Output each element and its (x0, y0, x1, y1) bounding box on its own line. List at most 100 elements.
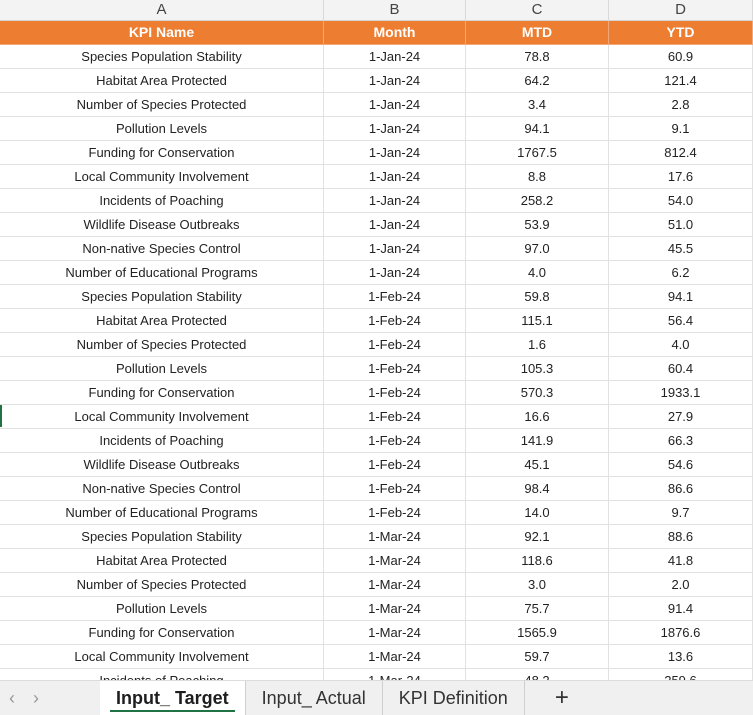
mtd-cell[interactable]: 8.8 (466, 165, 609, 189)
ytd-cell[interactable]: 88.6 (609, 525, 753, 549)
mtd-cell[interactable]: 258.2 (466, 189, 609, 213)
month-cell[interactable]: 1-Feb-24 (324, 381, 466, 405)
ytd-cell[interactable]: 51.0 (609, 213, 753, 237)
mtd-cell[interactable]: 115.1 (466, 309, 609, 333)
month-cell[interactable]: 1-Mar-24 (324, 597, 466, 621)
ytd-cell[interactable]: 45.5 (609, 237, 753, 261)
month-cell[interactable]: 1-Mar-24 (324, 669, 466, 680)
month-cell[interactable]: 1-Feb-24 (324, 285, 466, 309)
mtd-cell[interactable]: 4.0 (466, 261, 609, 285)
month-cell[interactable]: 1-Mar-24 (324, 525, 466, 549)
mtd-cell[interactable]: 48.2 (466, 669, 609, 680)
ytd-cell[interactable]: 2.8 (609, 93, 753, 117)
ytd-cell[interactable]: 4.0 (609, 333, 753, 357)
month-cell[interactable]: 1-Jan-24 (324, 69, 466, 93)
month-cell[interactable]: 1-Jan-24 (324, 45, 466, 69)
kpi-name-cell[interactable]: Number of Educational Programs (0, 261, 324, 285)
column-header-a[interactable]: A (0, 0, 324, 20)
mtd-cell[interactable]: 1565.9 (466, 621, 609, 645)
kpi-name-cell[interactable]: Pollution Levels (0, 597, 324, 621)
mtd-cell[interactable]: 118.6 (466, 549, 609, 573)
kpi-name-cell[interactable]: Number of Species Protected (0, 93, 324, 117)
ytd-cell[interactable]: 56.4 (609, 309, 753, 333)
mtd-cell[interactable]: 14.0 (466, 501, 609, 525)
ytd-cell[interactable]: 60.9 (609, 45, 753, 69)
mtd-cell[interactable]: 98.4 (466, 477, 609, 501)
kpi-name-cell[interactable]: Non-native Species Control (0, 477, 324, 501)
ytd-cell[interactable]: 94.1 (609, 285, 753, 309)
ytd-cell[interactable]: 6.2 (609, 261, 753, 285)
kpi-name-cell[interactable]: Species Population Stability (0, 45, 324, 69)
mtd-cell[interactable]: 1767.5 (466, 141, 609, 165)
kpi-name-cell[interactable]: Number of Species Protected (0, 333, 324, 357)
month-cell[interactable]: 1-Mar-24 (324, 549, 466, 573)
add-sheet-button[interactable]: + (555, 684, 569, 712)
kpi-name-cell[interactable]: Local Community Involvement (0, 165, 324, 189)
kpi-name-cell[interactable]: Pollution Levels (0, 117, 324, 141)
kpi-name-cell[interactable]: Local Community Involvement (0, 405, 324, 429)
kpi-name-cell[interactable]: Species Population Stability (0, 525, 324, 549)
mtd-cell[interactable]: 141.9 (466, 429, 609, 453)
month-cell[interactable]: 1-Jan-24 (324, 117, 466, 141)
month-cell[interactable]: 1-Mar-24 (324, 573, 466, 597)
mtd-cell[interactable]: 59.7 (466, 645, 609, 669)
header-kpi-name[interactable]: KPI Name (0, 21, 324, 45)
prev-sheet-button[interactable]: ‹ (0, 688, 24, 709)
kpi-name-cell[interactable]: Incidents of Poaching (0, 669, 324, 680)
sheet-tab-kpi-definition[interactable]: KPI Definition (383, 681, 525, 715)
ytd-cell[interactable]: 2.0 (609, 573, 753, 597)
column-header-b[interactable]: B (324, 0, 466, 20)
kpi-name-cell[interactable]: Habitat Area Protected (0, 309, 324, 333)
mtd-cell[interactable]: 64.2 (466, 69, 609, 93)
header-mtd[interactable]: MTD (466, 21, 609, 45)
month-cell[interactable]: 1-Feb-24 (324, 453, 466, 477)
month-cell[interactable]: 1-Jan-24 (324, 261, 466, 285)
mtd-cell[interactable]: 59.8 (466, 285, 609, 309)
mtd-cell[interactable]: 570.3 (466, 381, 609, 405)
ytd-cell[interactable]: 60.4 (609, 357, 753, 381)
kpi-name-cell[interactable]: Wildlife Disease Outbreaks (0, 453, 324, 477)
header-ytd[interactable]: YTD (609, 21, 753, 45)
kpi-name-cell[interactable]: Funding for Conservation (0, 381, 324, 405)
kpi-name-cell[interactable]: Habitat Area Protected (0, 549, 324, 573)
month-cell[interactable]: 1-Feb-24 (324, 405, 466, 429)
ytd-cell[interactable]: 66.3 (609, 429, 753, 453)
column-header-d[interactable]: D (609, 0, 753, 20)
ytd-cell[interactable]: 121.4 (609, 69, 753, 93)
mtd-cell[interactable]: 16.6 (466, 405, 609, 429)
month-cell[interactable]: 1-Jan-24 (324, 189, 466, 213)
ytd-cell[interactable]: 812.4 (609, 141, 753, 165)
kpi-name-cell[interactable]: Funding for Conservation (0, 621, 324, 645)
mtd-cell[interactable]: 1.6 (466, 333, 609, 357)
ytd-cell[interactable]: 86.6 (609, 477, 753, 501)
ytd-cell[interactable]: 1933.1 (609, 381, 753, 405)
mtd-cell[interactable]: 92.1 (466, 525, 609, 549)
kpi-name-cell[interactable]: Wildlife Disease Outbreaks (0, 213, 324, 237)
mtd-cell[interactable]: 94.1 (466, 117, 609, 141)
ytd-cell[interactable]: 9.7 (609, 501, 753, 525)
kpi-name-cell[interactable]: Non-native Species Control (0, 237, 324, 261)
mtd-cell[interactable]: 3.4 (466, 93, 609, 117)
sheet-tab-input-target[interactable]: Input_ Target (100, 681, 246, 715)
mtd-cell[interactable]: 97.0 (466, 237, 609, 261)
ytd-cell[interactable]: 17.6 (609, 165, 753, 189)
month-cell[interactable]: 1-Feb-24 (324, 501, 466, 525)
month-cell[interactable]: 1-Feb-24 (324, 477, 466, 501)
ytd-cell[interactable]: 41.8 (609, 549, 753, 573)
kpi-name-cell[interactable]: Incidents of Poaching (0, 189, 324, 213)
month-cell[interactable]: 1-Jan-24 (324, 141, 466, 165)
sheet-tab-input-actual[interactable]: Input_ Actual (246, 681, 383, 715)
kpi-name-cell[interactable]: Incidents of Poaching (0, 429, 324, 453)
month-cell[interactable]: 1-Jan-24 (324, 93, 466, 117)
mtd-cell[interactable]: 45.1 (466, 453, 609, 477)
month-cell[interactable]: 1-Mar-24 (324, 645, 466, 669)
month-cell[interactable]: 1-Feb-24 (324, 429, 466, 453)
kpi-name-cell[interactable]: Habitat Area Protected (0, 69, 324, 93)
mtd-cell[interactable]: 78.8 (466, 45, 609, 69)
mtd-cell[interactable]: 105.3 (466, 357, 609, 381)
month-cell[interactable]: 1-Feb-24 (324, 309, 466, 333)
ytd-cell[interactable]: 9.1 (609, 117, 753, 141)
ytd-cell[interactable]: 27.9 (609, 405, 753, 429)
ytd-cell[interactable]: 54.0 (609, 189, 753, 213)
month-cell[interactable]: 1-Jan-24 (324, 165, 466, 189)
